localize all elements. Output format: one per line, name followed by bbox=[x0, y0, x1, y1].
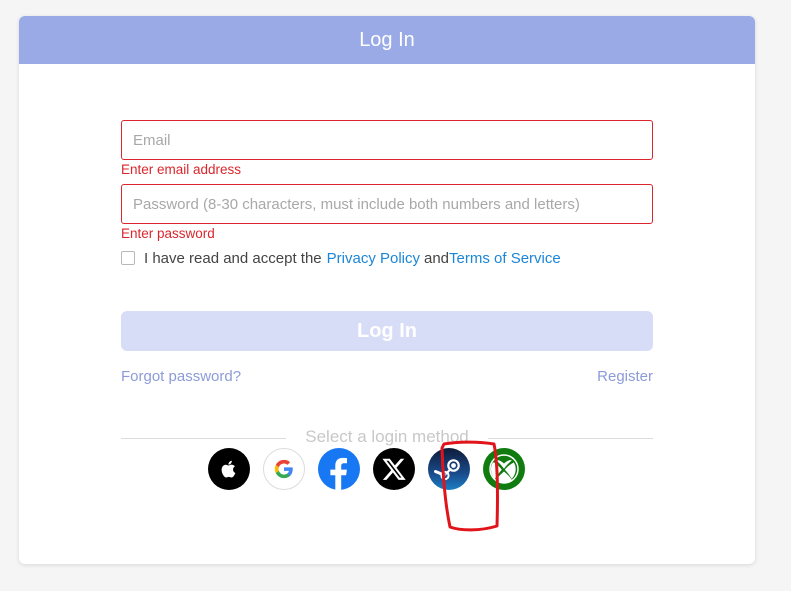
email-input[interactable] bbox=[122, 121, 652, 159]
secondary-links: Forgot password? Register bbox=[121, 368, 653, 385]
divider-line-left bbox=[121, 438, 286, 439]
privacy-policy-link[interactable]: Privacy Policy bbox=[327, 250, 420, 267]
google-login-button[interactable] bbox=[263, 448, 305, 490]
register-link[interactable]: Register bbox=[597, 368, 653, 385]
terms-of-service-link[interactable]: Terms of Service bbox=[449, 250, 561, 267]
xbox-icon bbox=[489, 454, 519, 484]
login-method-divider: Select a login method bbox=[121, 427, 653, 447]
agreement-text: I have read and accept the bbox=[144, 249, 322, 267]
steam-login-button[interactable] bbox=[428, 448, 470, 490]
xbox-login-button[interactable] bbox=[483, 448, 525, 490]
steam-icon bbox=[434, 459, 460, 481]
page-title: Log In bbox=[359, 29, 415, 51]
email-field-wrapper bbox=[121, 120, 653, 160]
apple-login-button[interactable] bbox=[208, 448, 250, 490]
agreement-conjunction: and bbox=[424, 249, 450, 267]
login-header: Log In bbox=[19, 16, 755, 64]
login-method-label: Select a login method bbox=[305, 427, 469, 446]
apple-icon bbox=[221, 460, 236, 478]
password-error: Enter password bbox=[121, 226, 215, 241]
x-login-button[interactable] bbox=[373, 448, 415, 490]
divider-line-right bbox=[488, 438, 653, 439]
social-login-row bbox=[208, 448, 525, 492]
facebook-icon bbox=[330, 457, 347, 490]
login-button[interactable]: Log In bbox=[121, 311, 653, 351]
google-icon bbox=[274, 459, 293, 479]
email-error: Enter email address bbox=[121, 162, 242, 177]
agreement-checkbox[interactable] bbox=[121, 251, 135, 265]
login-form: Enter email address Enter password I hav… bbox=[121, 120, 653, 447]
agreement-row: I have read and accept the Privacy Polic… bbox=[121, 247, 653, 269]
password-field-wrapper bbox=[121, 184, 653, 224]
forgot-password-link[interactable]: Forgot password? bbox=[121, 368, 241, 385]
facebook-login-button[interactable] bbox=[318, 448, 360, 490]
password-input[interactable] bbox=[122, 185, 652, 223]
x-icon bbox=[382, 458, 406, 480]
